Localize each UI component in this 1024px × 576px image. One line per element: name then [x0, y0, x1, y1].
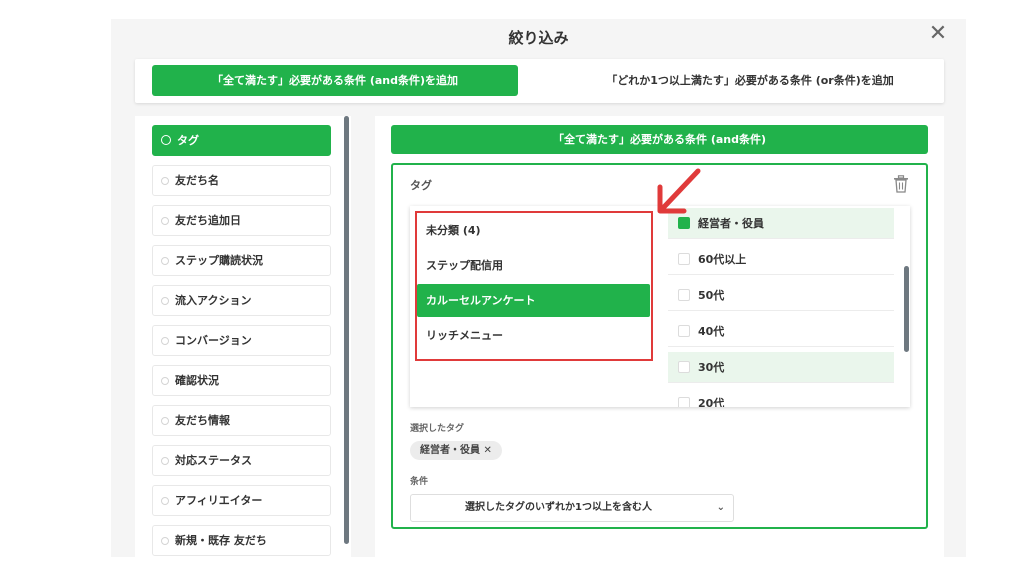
close-icon[interactable]: ✕: [925, 21, 951, 47]
tag-option-label: 経営者・役員: [698, 217, 764, 230]
sidebar-item-label: 対応ステータス: [175, 454, 252, 467]
sidebar-scrollbar[interactable]: [344, 116, 349, 544]
condition-label: 条件: [410, 477, 429, 487]
red-highlight-frame: [415, 211, 653, 361]
red-arrow-icon: [657, 168, 701, 214]
add-or-condition-button[interactable]: 「どれか1つ以上満たす」必要がある条件 (or条件)を追加: [565, 65, 935, 96]
sidebar-item-label: コンバージョン: [175, 334, 252, 347]
sidebar-item-label: タグ: [177, 134, 199, 147]
checkbox-icon[interactable]: [678, 253, 690, 265]
condition-select-value: 選択したタグのいずれか1つ以上を含む人: [465, 502, 652, 513]
tag-list-scrollbar[interactable]: [904, 266, 909, 352]
plus-circle-icon: [161, 497, 169, 505]
checkbox-icon[interactable]: [678, 325, 690, 337]
sidebar-item-inflow-action[interactable]: 流入アクション: [152, 285, 331, 316]
plus-circle-icon: [161, 177, 169, 185]
sidebar-item-label: 友だち追加日: [175, 214, 241, 227]
plus-circle-icon: [161, 537, 169, 545]
sidebar-item-step-status[interactable]: ステップ購読状況: [152, 245, 331, 276]
sidebar-item-label: 新規・既存 友だち: [175, 534, 267, 547]
tag-option-label: 20代: [698, 397, 725, 407]
plus-circle-icon: [161, 217, 169, 225]
tag-option[interactable]: 60代以上: [668, 244, 894, 275]
sidebar-item-friend-info[interactable]: 友だち情報: [152, 405, 331, 436]
add-and-condition-button[interactable]: 「全て満たす」必要がある条件 (and条件)を追加: [152, 65, 518, 96]
filter-category-sidebar: タグ 友だち名 友だち追加日 ステップ購読状況 流入アクション コンバージョン …: [135, 116, 351, 557]
sidebar-item-friend-name[interactable]: 友だち名: [152, 165, 331, 196]
plus-circle-icon: [161, 417, 169, 425]
tag-option-label: 30代: [698, 361, 725, 374]
sidebar-item-conversion[interactable]: コンバージョン: [152, 325, 331, 356]
checkbox-icon[interactable]: [678, 361, 690, 373]
checkbox-icon[interactable]: [678, 397, 690, 407]
sidebar-item-tag[interactable]: タグ: [152, 125, 331, 156]
modal-title: 絞り込み: [508, 29, 569, 47]
sidebar-item-support-status[interactable]: 対応ステータス: [152, 445, 331, 476]
condition-type-label: タグ: [410, 179, 432, 192]
filter-modal: 絞り込み ✕ 「全て満たす」必要がある条件 (and条件)を追加 「どれか1つ以…: [111, 19, 966, 557]
sidebar-item-label: 確認状況: [175, 374, 219, 387]
plus-circle-icon: [161, 337, 169, 345]
sidebar-item-label: 友だち情報: [175, 414, 230, 427]
sidebar-item-new-existing-friends[interactable]: 新規・既存 友だち: [152, 525, 331, 556]
condition-select[interactable]: 選択したタグのいずれか1つ以上を含む人 ⌄: [410, 494, 734, 522]
sidebar-item-label: 流入アクション: [175, 294, 252, 307]
selected-tag-chip[interactable]: 経営者・役員 ✕: [410, 441, 502, 460]
plus-circle-icon: [161, 257, 169, 265]
tag-option-label: 40代: [698, 325, 725, 338]
and-condition-header: 「全て満たす」必要がある条件 (and条件): [391, 125, 928, 154]
tag-option[interactable]: 50代: [668, 280, 894, 311]
tag-option-label: 60代以上: [698, 253, 747, 266]
trash-icon[interactable]: [893, 175, 909, 193]
sidebar-item-label: アフィリエイター: [175, 494, 263, 507]
chevron-down-icon: ⌄: [716, 502, 725, 513]
tag-option-label: 50代: [698, 289, 725, 302]
plus-circle-icon: [161, 135, 171, 145]
sidebar-item-affiliator[interactable]: アフィリエイター: [152, 485, 331, 516]
plus-circle-icon: [161, 377, 169, 385]
tag-option[interactable]: 20代: [668, 388, 894, 407]
tag-picker: 未分類 (4) ステップ配信用 カルーセルアンケート リッチメニュー 経営者・役…: [410, 206, 910, 407]
sidebar-item-label: 友だち名: [175, 174, 219, 187]
checkbox-icon[interactable]: [678, 289, 690, 301]
plus-circle-icon: [161, 297, 169, 305]
selected-tags-label: 選択したタグ: [410, 424, 465, 434]
plus-circle-icon: [161, 457, 169, 465]
condition-type-bar: 「全て満たす」必要がある条件 (and条件)を追加 「どれか1つ以上満たす」必要…: [135, 59, 944, 103]
tag-option[interactable]: 30代: [668, 352, 894, 383]
tag-option[interactable]: 40代: [668, 316, 894, 347]
sidebar-item-friend-added-date[interactable]: 友だち追加日: [152, 205, 331, 236]
sidebar-item-check-status[interactable]: 確認状況: [152, 365, 331, 396]
sidebar-item-label: ステップ購読状況: [175, 254, 263, 267]
